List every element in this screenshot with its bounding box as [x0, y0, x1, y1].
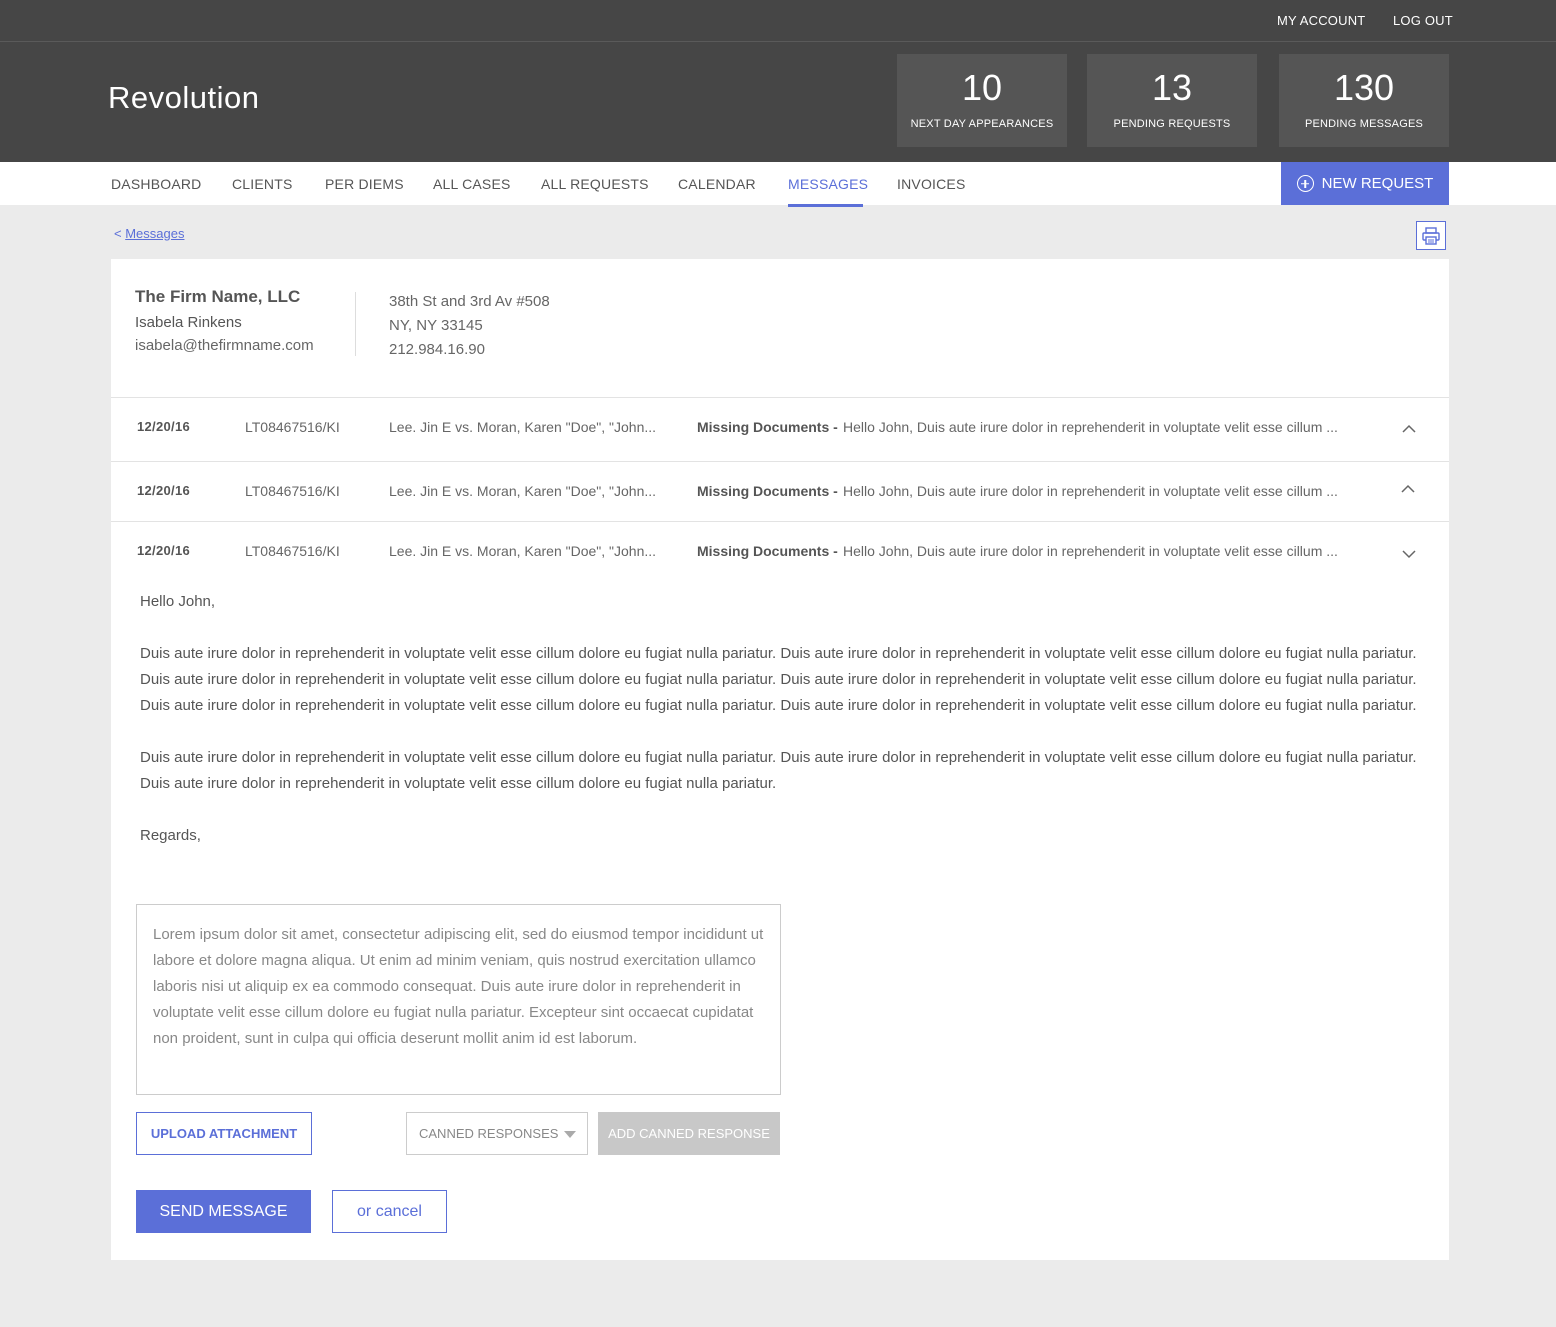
message-greeting: Hello John, — [140, 593, 216, 610]
stat-label: PENDING REQUESTS — [1113, 118, 1231, 130]
phone-number: 212.984.16.90 — [389, 341, 485, 358]
message-case-number: LT08467516/KI — [245, 419, 340, 435]
address-line-1: 38th St and 3rd Av #508 — [389, 293, 550, 310]
message-row[interactable]: 12/20/16 LT08467516/KI Lee. Jin E vs. Mo… — [111, 483, 1449, 513]
message-case-number: LT08467516/KI — [245, 543, 340, 559]
message-body: Hello John, Duis aute irure dolor in rep… — [140, 589, 1420, 875]
printer-icon — [1422, 226, 1440, 245]
message-paragraph: Duis aute irure dolor in reprehenderit i… — [140, 749, 1417, 792]
firm-name: The Firm Name, LLC — [135, 287, 301, 306]
stat-label: NEXT DAY APPEARANCES — [910, 118, 1054, 130]
stat-value: 10 — [961, 67, 1003, 108]
message-parties: Lee. Jin E vs. Moran, Karen "Doe", "John… — [389, 543, 657, 559]
log-out-link[interactable]: LOG OUT — [1393, 13, 1453, 28]
breadcrumb[interactable]: < Messages — [114, 226, 184, 241]
divider — [111, 521, 1449, 522]
my-account-link[interactable]: MY ACCOUNT — [1277, 13, 1365, 28]
message-subject: Missing Documents - — [697, 543, 838, 559]
main-nav: DASHBOARD CLIENTS PER DIEMS ALL CASES AL… — [0, 162, 1556, 207]
divider — [111, 397, 1449, 398]
canned-responses-label: CANNED RESPONSES — [419, 1126, 559, 1141]
message-closing: Regards, — [140, 827, 201, 844]
top-bar: MY ACCOUNT LOG OUT — [0, 0, 1556, 42]
add-canned-response-button[interactable]: ADD CANNED RESPONSE — [598, 1112, 780, 1155]
brand-logo[interactable]: Revolution — [108, 80, 259, 116]
breadcrumb-messages-link[interactable]: Messages — [125, 226, 184, 241]
nav-item-all-cases[interactable]: ALL CASES — [433, 176, 511, 192]
message-preview: Hello John, Duis aute irure dolor in rep… — [843, 543, 1338, 559]
divider — [355, 292, 356, 356]
chevron-down-icon[interactable] — [1401, 546, 1417, 562]
header: Revolution 10 NEXT DAY APPEARANCES 13 PE… — [0, 42, 1556, 162]
contact-person: Isabela Rinkens — [135, 314, 242, 331]
contact-address: 38th St and 3rd Av #508 NY, NY 33145 212… — [389, 290, 550, 362]
chevron-up-icon[interactable] — [1401, 421, 1417, 437]
plus-circle-icon — [1296, 175, 1314, 192]
reply-textarea[interactable]: Lorem ipsum dolor sit amet, consectetur … — [136, 904, 781, 1095]
back-chevron-icon: < — [114, 226, 122, 241]
message-subject: Missing Documents - — [697, 483, 838, 499]
message-subject: Missing Documents - — [697, 419, 838, 435]
active-tab-indicator — [788, 204, 863, 207]
nav-item-messages[interactable]: MESSAGES — [788, 176, 868, 192]
cancel-button[interactable]: or cancel — [332, 1190, 447, 1233]
stat-pending-requests[interactable]: 13 PENDING REQUESTS — [1087, 54, 1257, 147]
message-date: 12/20/16 — [137, 419, 191, 434]
stat-value: 130 — [1333, 67, 1395, 108]
upload-attachment-button[interactable]: UPLOAD ATTACHMENT — [136, 1112, 312, 1155]
address-line-2: NY, NY 33145 — [389, 317, 483, 334]
message-preview: Hello John, Duis aute irure dolor in rep… — [843, 483, 1338, 499]
message-date: 12/20/16 — [137, 543, 191, 558]
message-parties: Lee. Jin E vs. Moran, Karen "Doe", "John… — [389, 419, 657, 435]
stat-pending-messages[interactable]: 130 PENDING MESSAGES — [1279, 54, 1449, 147]
contact-email[interactable]: isabela@thefirmname.com — [135, 337, 314, 354]
nav-item-dashboard[interactable]: DASHBOARD — [111, 176, 201, 192]
nav-item-invoices[interactable]: INVOICES — [897, 176, 966, 192]
nav-item-clients[interactable]: CLIENTS — [232, 176, 293, 192]
message-paragraph: Duis aute irure dolor in reprehenderit i… — [140, 645, 1417, 714]
chevron-up-icon[interactable] — [1400, 481, 1416, 497]
stat-next-day-appearances[interactable]: 10 NEXT DAY APPEARANCES — [897, 54, 1067, 147]
divider — [111, 461, 1449, 462]
message-thread-card: The Firm Name, LLC Isabela Rinkens isabe… — [111, 259, 1449, 1260]
nav-item-calendar[interactable]: CALENDAR — [678, 176, 756, 192]
message-row-expanded[interactable]: 12/20/16 LT08467516/KI Lee. Jin E vs. Mo… — [111, 543, 1449, 573]
send-message-button[interactable]: SEND MESSAGE — [136, 1190, 311, 1233]
message-preview: Hello John, Duis aute irure dolor in rep… — [843, 419, 1338, 435]
canned-responses-select[interactable]: CANNED RESPONSES — [406, 1112, 588, 1155]
stat-label: PENDING MESSAGES — [1304, 118, 1424, 130]
contact-info: The Firm Name, LLC Isabela Rinkens isabe… — [135, 287, 314, 354]
dropdown-caret-icon — [564, 1131, 576, 1138]
message-case-number: LT08467516/KI — [245, 483, 340, 499]
new-request-button[interactable]: NEW REQUEST — [1281, 162, 1449, 205]
stat-value: 13 — [1151, 67, 1193, 108]
new-request-label: NEW REQUEST — [1321, 175, 1434, 192]
message-date: 12/20/16 — [137, 483, 191, 498]
nav-item-per-diems[interactable]: PER DIEMS — [325, 176, 404, 192]
message-row[interactable]: 12/20/16 LT08467516/KI Lee. Jin E vs. Mo… — [111, 419, 1449, 449]
message-parties: Lee. Jin E vs. Moran, Karen "Doe", "John… — [389, 483, 657, 499]
nav-item-all-requests[interactable]: ALL REQUESTS — [541, 176, 649, 192]
print-button[interactable] — [1416, 221, 1446, 250]
